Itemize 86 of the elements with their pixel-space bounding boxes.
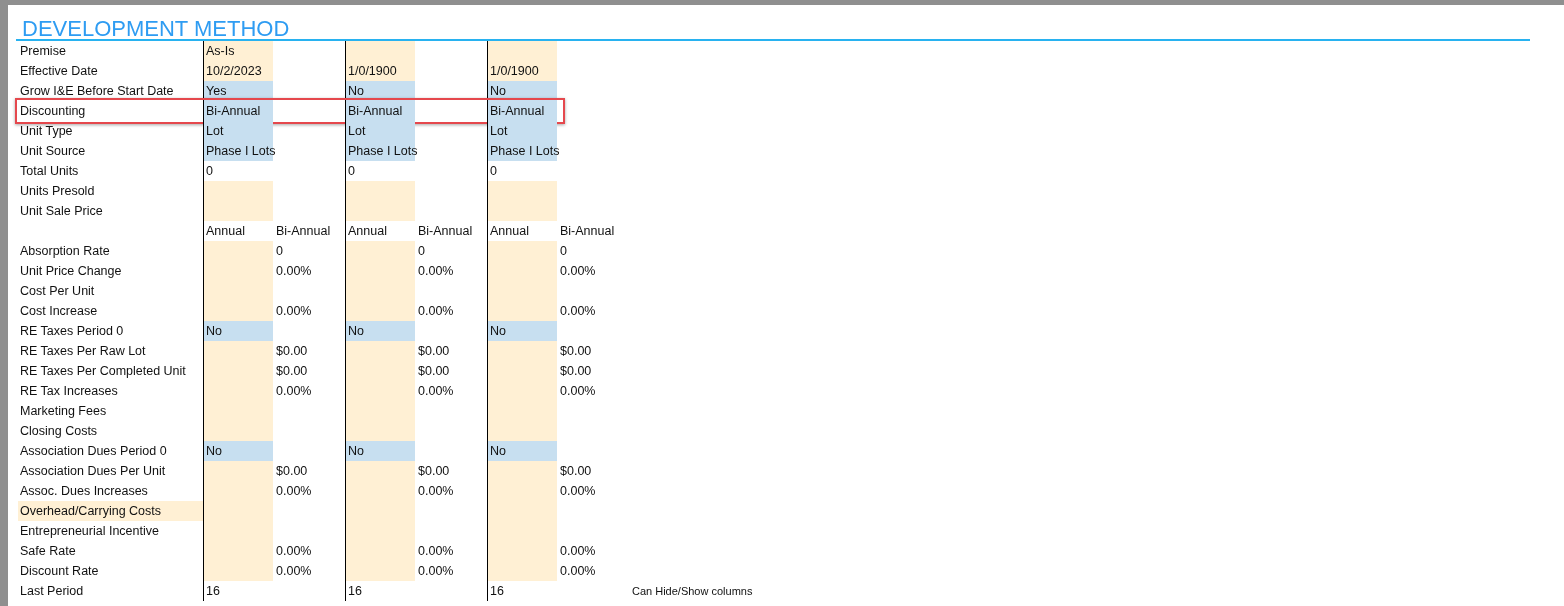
- table-cell-text: $0.00: [275, 363, 309, 380]
- table-cell-text: 0: [275, 243, 284, 260]
- table-cell-text: 0.00%: [559, 303, 597, 320]
- row-label: Effective Date: [19, 63, 99, 80]
- row-label: Unit Sale Price: [19, 203, 104, 220]
- table-cell-text: 0.00%: [275, 483, 313, 500]
- row-label: Units Presold: [19, 183, 96, 200]
- row-label: Cost Increase: [19, 303, 99, 320]
- table-cell-text: 0.00%: [417, 383, 455, 400]
- table-cell: Lot: [345, 121, 415, 141]
- table-cell: No: [345, 321, 415, 341]
- table-cell-text: 0.00%: [275, 543, 313, 560]
- table-cell-text: $0.00: [559, 343, 593, 360]
- row-label: Total Units: [19, 163, 80, 180]
- table-cell-text: 0.00%: [559, 543, 597, 560]
- row-label: Absorption Rate: [19, 243, 111, 260]
- table-cell-text: $0.00: [275, 463, 309, 480]
- row-label: Premise: [19, 43, 67, 60]
- row-label: Grow I&E Before Start Date: [19, 83, 175, 100]
- table-cell-text: Bi-Annual: [417, 223, 474, 240]
- table-cell-text: 0.00%: [417, 263, 455, 280]
- table-cell-text: 0.00%: [559, 563, 597, 580]
- table-cell: As-Is: [203, 41, 273, 61]
- table-cell-text: $0.00: [559, 363, 593, 380]
- table-cell-text: $0.00: [417, 343, 451, 360]
- row-label: Cost Per Unit: [19, 283, 96, 300]
- table-cell: 16: [203, 581, 273, 601]
- table-cell-text: Bi-Annual: [275, 223, 332, 240]
- table-cell-text: 0.00%: [275, 303, 313, 320]
- table-cell: No: [345, 81, 415, 101]
- table-cell: No: [487, 441, 557, 461]
- row-label: Overhead/Carrying Costs: [18, 501, 203, 521]
- table-cell-text: 0.00%: [559, 483, 597, 500]
- row-label: Last Period: [19, 583, 85, 600]
- table-cell-text: $0.00: [417, 363, 451, 380]
- table-cell-text: 0: [417, 243, 426, 260]
- table-cell-text: 0.00%: [559, 383, 597, 400]
- table-cell: No: [203, 321, 273, 341]
- row-label: Association Dues Period 0: [19, 443, 168, 460]
- row-label: RE Taxes Per Completed Unit: [19, 363, 187, 380]
- table-cell-text: $0.00: [417, 463, 451, 480]
- table-cell-text: 0.00%: [275, 563, 313, 580]
- table-cell: 1/0/1900: [487, 61, 557, 81]
- table-cell: Bi-Annual: [487, 101, 557, 121]
- table-cell: 16: [487, 581, 557, 601]
- row-label: Discount Rate: [19, 563, 100, 580]
- table-cell-text: 0.00%: [559, 263, 597, 280]
- row-label: RE Taxes Per Raw Lot: [19, 343, 147, 360]
- table-cell-text: 0.00%: [417, 563, 455, 580]
- row-label: Unit Type: [19, 123, 74, 140]
- row-label: Assoc. Dues Increases: [19, 483, 149, 500]
- table-cell: Phase I Lots: [487, 141, 557, 161]
- table-cell-text: 0.00%: [417, 543, 455, 560]
- table-cell-text: $0.00: [559, 463, 593, 480]
- table-cell: No: [487, 81, 557, 101]
- table-cell: No: [487, 321, 557, 341]
- row-label: Entrepreneurial Incentive: [19, 523, 160, 540]
- table-cell-text: 0.00%: [417, 303, 455, 320]
- table-cell: Lot: [487, 121, 557, 141]
- row-label: Association Dues Per Unit: [19, 463, 167, 480]
- row-label: Closing Costs: [19, 423, 99, 440]
- table-cell: Bi-Annual: [345, 101, 415, 121]
- table-cell: Phase I Lots: [345, 141, 415, 161]
- row-label: Marketing Fees: [19, 403, 108, 420]
- table-cell: Lot: [203, 121, 273, 141]
- table-cell-text: 0.00%: [275, 263, 313, 280]
- table-cell-text: 0: [559, 243, 568, 260]
- note-text: Can Hide/Show columns: [631, 584, 754, 599]
- table-cell: Bi-Annual: [203, 101, 273, 121]
- table-cell: 10/2/2023: [203, 61, 273, 81]
- table-cell-text: 0.00%: [417, 483, 455, 500]
- row-label: Safe Rate: [19, 543, 77, 560]
- table-cell-text: Bi-Annual: [559, 223, 616, 240]
- table-cell: No: [203, 441, 273, 461]
- table-cell: 1/0/1900: [345, 61, 415, 81]
- table-cell-text: $0.00: [275, 343, 309, 360]
- row-label: Discounting: [19, 103, 87, 120]
- table-cell: Phase I Lots: [203, 141, 273, 161]
- row-label: Unit Price Change: [19, 263, 123, 280]
- row-label: RE Taxes Period 0: [19, 323, 125, 340]
- table-cell: No: [345, 441, 415, 461]
- row-label: Unit Source: [19, 143, 87, 160]
- table-cell-text: 0.00%: [275, 383, 313, 400]
- table-cell: 16: [345, 581, 415, 601]
- row-label: RE Tax Increases: [19, 383, 119, 400]
- table-cell: Yes: [203, 81, 273, 101]
